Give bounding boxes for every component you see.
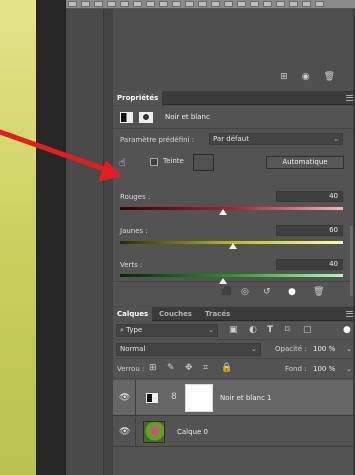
annotation-arrow-shaft	[0, 129, 110, 173]
annotation-arrow-head	[98, 160, 122, 182]
annotation-arrow	[0, 129, 122, 182]
